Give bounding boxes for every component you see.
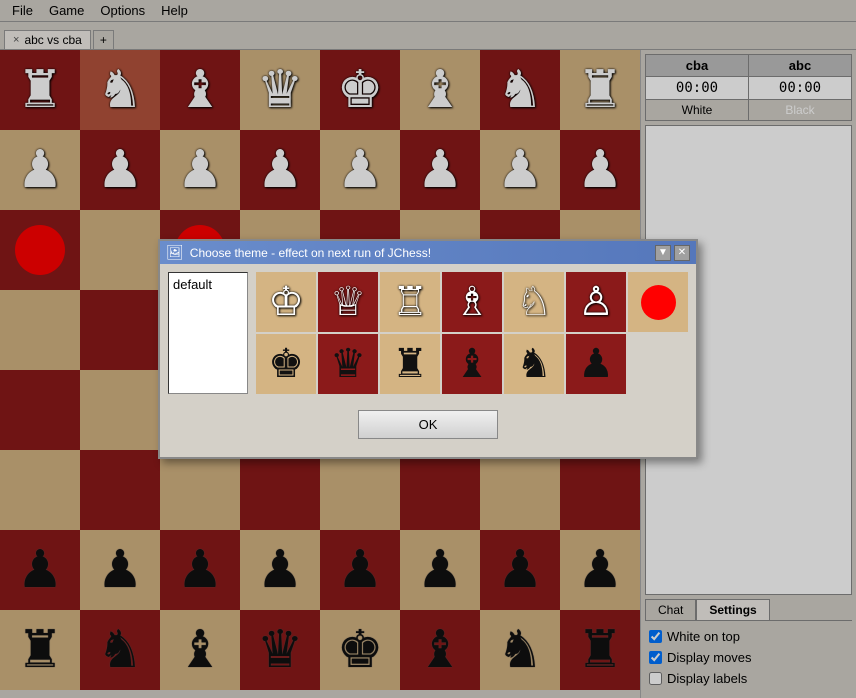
theme-default[interactable]: default [173, 277, 212, 292]
preview-black-rook: ♜ [380, 334, 440, 394]
preview-black-queen: ♛ [318, 334, 378, 394]
preview-red-circle [628, 272, 688, 332]
preview-white-pawn: ♙ [566, 272, 626, 332]
preview-black-king: ♚ [256, 334, 316, 394]
dialog-minimize-button[interactable]: ▼ [655, 245, 671, 261]
preview-black-pawn: ♟ [566, 334, 626, 394]
theme-grid: ♔ ♕ ♖ ♗ ♘ ♙ [256, 272, 688, 394]
dialog-title-text: Choose theme - effect on next run of JCh… [190, 246, 431, 260]
dialog-body: default ♔ ♕ ♖ ♗ [160, 264, 696, 402]
preview-black-knight: ♞ [504, 334, 564, 394]
dialog-title-left: 🖼 Choose theme - effect on next run of J… [166, 244, 431, 261]
dialog-close-button[interactable]: ✕ [674, 245, 690, 261]
dialog-icon: 🖼 [166, 244, 184, 261]
preview-white-rook: ♖ [380, 272, 440, 332]
theme-dialog: 🖼 Choose theme - effect on next run of J… [158, 239, 698, 459]
preview-white-bishop: ♗ [442, 272, 502, 332]
dialog-titlebar: 🖼 Choose theme - effect on next run of J… [160, 241, 696, 264]
preview-white-knight: ♘ [504, 272, 564, 332]
black-pieces-row: ♚ ♛ ♜ ♝ ♞ ♟ [256, 334, 688, 394]
dialog-footer: OK [160, 402, 696, 447]
white-pieces-row: ♔ ♕ ♖ ♗ ♘ ♙ [256, 272, 688, 332]
ok-button[interactable]: OK [358, 410, 499, 439]
dialog-title-controls: ▼ ✕ [655, 245, 690, 261]
theme-list[interactable]: default [168, 272, 248, 394]
preview-white-king: ♔ [256, 272, 316, 332]
preview-black-bishop: ♝ [442, 334, 502, 394]
preview-white-queen: ♕ [318, 272, 378, 332]
dialog-overlay: 🖼 Choose theme - effect on next run of J… [0, 0, 856, 698]
